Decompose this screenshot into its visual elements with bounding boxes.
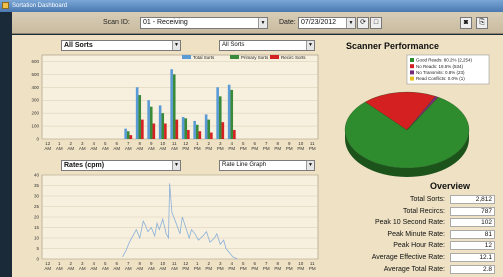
x-tick-label: AM <box>159 266 166 271</box>
overview-value: 102 <box>450 218 495 228</box>
overview-label: Peak 10 Second Rate: <box>374 219 445 227</box>
overview-row: Peak Hour Rate: 12 <box>332 241 503 251</box>
x-tick-label: PM <box>297 266 304 271</box>
x-tick-label: AM <box>90 266 97 271</box>
legend-label: No Transmits: 0.8% (23) <box>416 70 465 75</box>
overview-row: Total Recircs: 787 <box>332 206 503 217</box>
scan-id-value: 01 - Receiving <box>143 19 188 26</box>
overview-value: 81 <box>450 229 495 239</box>
x-tick-label: AM <box>67 266 74 271</box>
app-icon <box>2 2 9 9</box>
x-tick-label: AM <box>148 266 155 271</box>
overview-label: Total Sorts: <box>409 196 445 203</box>
overview-row: Average Total Rate: 2.8 <box>332 264 503 275</box>
x-tick-label: PM <box>217 266 224 271</box>
scanner-performance-pie: Good Reads: 80.2% (2,254)No Reads: 19.5%… <box>344 54 490 177</box>
scan-id-select[interactable]: 01 - Receiving ▼ <box>140 17 268 29</box>
x-tick-label: PM <box>286 266 293 271</box>
overview-label: Total Recircs: <box>402 207 445 215</box>
date-value: 07/23/2012 <box>301 19 337 26</box>
legend-swatch <box>410 64 414 69</box>
x-tick-label: PM <box>240 266 247 271</box>
title-bar: Sortation Dashboard <box>0 0 503 12</box>
refresh-icon: ⟳ <box>360 19 366 26</box>
legend-label: Good Reads: 80.2% (2,254) <box>416 58 473 63</box>
overview-label: Average Effective Rate: <box>371 254 445 261</box>
x-tick-label: PM <box>274 266 281 271</box>
x-tick-label: AM <box>56 266 63 271</box>
x-tick-label: PM <box>228 266 235 271</box>
overview-label: Average Total Rate: <box>383 265 445 273</box>
overview-row: Peak Minute Rate: 81 <box>332 229 503 240</box>
overview-value: 12.1 <box>450 253 495 262</box>
y-tick-label: 15 <box>34 225 40 230</box>
x-tick-label: AM <box>136 266 143 271</box>
camera-icon: ◙ <box>463 19 469 26</box>
date-label: Date: <box>279 19 296 26</box>
overview-label: Peak Minute Rate: <box>387 230 445 238</box>
x-tick-label: PM <box>182 266 189 271</box>
x-tick-label: PM <box>263 266 270 271</box>
chevron-down-icon: ▼ <box>258 18 267 28</box>
y-tick-label: 10 <box>34 236 40 241</box>
x-tick-label: PM <box>194 266 201 271</box>
overview-row: Peak 10 Second Rate: 102 <box>332 218 503 228</box>
overview-label: Peak Hour Rate: <box>393 242 445 250</box>
y-tick-label: 0 <box>36 257 39 262</box>
export-icon: ⎘ <box>479 19 485 26</box>
camera-button[interactable]: ◙ <box>460 17 472 29</box>
export-button[interactable]: ⎘ <box>476 17 488 29</box>
x-tick-label: AM <box>79 266 86 271</box>
window-icon: □ <box>373 19 379 26</box>
x-tick-label: AM <box>113 266 120 271</box>
x-tick-label: AM <box>44 266 51 271</box>
legend-swatch <box>410 76 414 81</box>
legend-label: Read Conflicts: 0.0% (1) <box>416 76 465 81</box>
x-tick-label: AM <box>171 266 178 271</box>
x-tick-label: PM <box>309 266 316 271</box>
overview-value: 2,812 <box>450 195 495 204</box>
overview-value: 2.8 <box>450 264 495 274</box>
x-tick-label: AM <box>102 266 109 271</box>
y-tick-label: 5 <box>36 246 39 251</box>
x-tick-label: PM <box>205 266 212 271</box>
y-tick-label: 25 <box>34 204 40 209</box>
dashboard-window: Sortation Dashboard Scan ID: 01 - Receiv… <box>0 0 503 277</box>
x-tick-label: PM <box>251 266 258 271</box>
settings-button[interactable]: □ <box>370 17 382 29</box>
overview-title: Overview <box>430 181 471 191</box>
window-title: Sortation Dashboard <box>12 3 68 9</box>
x-tick-label: AM <box>125 266 132 271</box>
overview-row: Total Sorts: 2,812 <box>332 195 503 205</box>
toolbar: Scan ID: 01 - Receiving ▼ Date: 07/23/20… <box>12 12 503 34</box>
dashboard-panel: All Sorts ▼ All Sorts ▼ Rates (cpm) ▼ Ra… <box>12 35 503 277</box>
overview-value: 787 <box>450 206 495 216</box>
y-tick-label: 20 <box>34 215 40 220</box>
legend-swatch <box>410 70 414 75</box>
legend-label: No Reads: 19.5% (534) <box>416 64 464 69</box>
legend-swatch <box>410 58 414 62</box>
scan-id-label: Scan ID: <box>103 19 130 26</box>
overview-row: Average Effective Rate: 12.1 <box>332 253 503 263</box>
chevron-down-icon: ▼ <box>346 18 355 28</box>
date-field[interactable]: 07/23/2012 ▼ <box>298 17 356 29</box>
overview-value: 12 <box>450 241 495 251</box>
y-tick-label: 30 <box>34 194 40 199</box>
refresh-button[interactable]: ⟳ <box>357 17 369 29</box>
